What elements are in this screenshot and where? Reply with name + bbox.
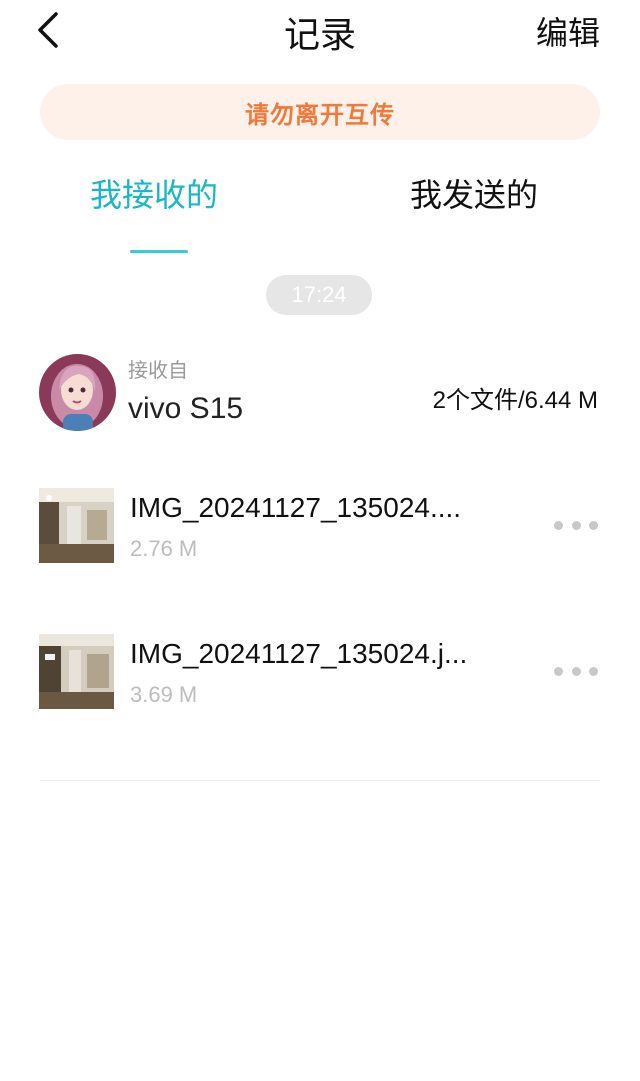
more-dot (589, 666, 598, 676)
more-options-button[interactable] (554, 520, 598, 530)
banner-text: 请勿离开互传 (245, 101, 395, 129)
timestamp: 17:24 (291, 282, 347, 307)
file-thumbnail[interactable] (39, 634, 114, 709)
more-dot (571, 520, 581, 530)
file-name[interactable]: IMG_20241127_135024.j... (130, 638, 467, 670)
active-tab-indicator (130, 250, 188, 253)
transfer-summary: 2个文件/6.44 M (432, 387, 598, 414)
timestamp-pill: 17:24 (266, 275, 372, 315)
more-dots-icon (554, 520, 563, 530)
more-dots-icon (554, 666, 563, 676)
more-dot (589, 520, 598, 530)
more-options-button[interactable] (554, 666, 598, 676)
sender-avatar (39, 354, 116, 431)
tab-sent[interactable]: 我发送的 (410, 170, 538, 216)
transfer-warning-banner: 请勿离开互传 (40, 84, 600, 140)
sender-device-name: vivo S15 (128, 392, 244, 425)
file-thumbnail[interactable] (39, 488, 114, 563)
file-size: 2.76 M (130, 536, 198, 561)
file-size: 3.69 M (130, 682, 198, 707)
file-name[interactable]: IMG_20241127_135024.... (130, 492, 461, 524)
more-dot (571, 666, 581, 676)
tab-received[interactable]: 我接收的 (90, 170, 218, 216)
edit-button[interactable]: 编辑 (536, 8, 600, 54)
received-from-label: 接收自 (128, 360, 188, 382)
section-divider (40, 780, 600, 781)
